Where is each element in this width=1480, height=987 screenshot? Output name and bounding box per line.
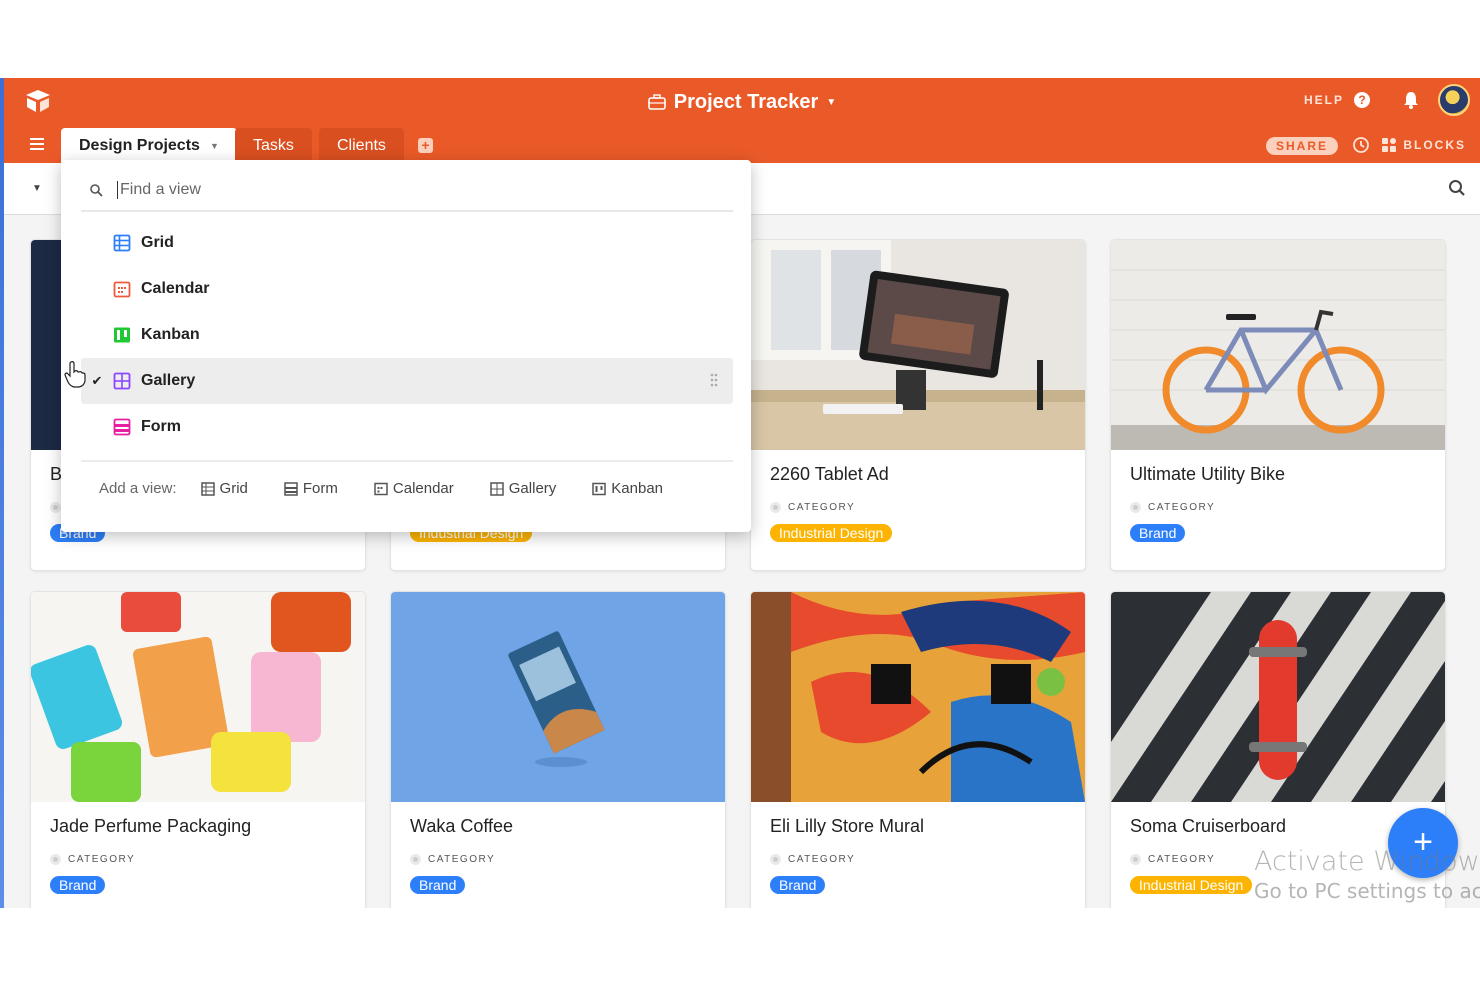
card-title: Soma Cruiserboard: [1130, 816, 1287, 836]
history-icon[interactable]: [1352, 136, 1370, 154]
category-badge: Industrial Design: [1130, 876, 1253, 894]
view-switcher-chevron-icon[interactable]: ▼: [32, 183, 42, 194]
category-badge: Brand: [410, 876, 466, 894]
blocks-label: BLOCKS: [1403, 138, 1466, 152]
blocks-button[interactable]: BLOCKS: [1381, 137, 1466, 153]
field-type-icon: [50, 854, 61, 865]
view-item-label: Kanban: [141, 326, 200, 343]
hamburger-menu-icon[interactable]: [30, 138, 44, 150]
view-item-label: Gallery: [141, 372, 196, 389]
base-title[interactable]: Project Tracker ▼: [4, 88, 1480, 116]
category-field-label: CATEGORY: [770, 854, 855, 865]
tablet-image: [751, 240, 1085, 450]
chevron-down-icon: ▼: [826, 96, 837, 108]
add-view-kanban[interactable]: Kanban: [592, 480, 663, 497]
category-field-label: CATEGORY: [50, 854, 135, 865]
mural-image: [751, 592, 1085, 802]
add-view-grid[interactable]: Grid: [200, 480, 248, 497]
view-item-label: Grid: [141, 234, 174, 251]
bell-icon[interactable]: [1402, 90, 1420, 110]
grid-icon: [200, 481, 215, 496]
card-title: 2260 Tablet Ad: [770, 464, 889, 484]
view-item-gallery[interactable]: ✔ Gallery: [81, 358, 733, 404]
card-title: Ultimate Utility Bike: [1130, 464, 1286, 484]
app-window: Project Tracker ▼ HELP ? Design Projects…: [4, 78, 1480, 908]
category-field-label: CATEGORY: [410, 854, 495, 865]
kanban-icon: [114, 327, 130, 343]
view-switcher-dropdown: Grid Calendar Kanban ✔ Gallery Form Add …: [61, 160, 751, 532]
search-icon[interactable]: [1448, 179, 1466, 197]
tab-label: Tasks: [253, 136, 294, 154]
bike-image: [1111, 240, 1445, 450]
category-badge: Brand: [50, 876, 106, 894]
form-icon: [284, 481, 298, 496]
view-item-kanban[interactable]: Kanban: [81, 312, 733, 358]
tab-label: Clients: [337, 136, 386, 154]
card-title: Waka Coffee: [410, 816, 514, 836]
hand-cursor-icon: [64, 361, 86, 388]
top-bar: Project Tracker ▼ HELP ? Design Projects…: [4, 78, 1480, 163]
add-view-row: Add a view: Grid Form Calendar Gallery K…: [99, 480, 699, 497]
drag-handle-icon[interactable]: [709, 372, 719, 388]
gallery-card[interactable]: Waka Coffee CATEGORY Brand: [391, 592, 725, 908]
question-icon: ?: [1354, 92, 1370, 108]
tab-design-projects[interactable]: Design Projects ▼: [61, 128, 237, 163]
category-field-label: CATEGORY: [770, 502, 855, 513]
avatar[interactable]: [1438, 84, 1470, 116]
calendar-icon: [374, 482, 388, 495]
tab-clients[interactable]: Clients: [319, 128, 404, 163]
category-field-label: CATEGORY: [1130, 854, 1215, 865]
kanban-icon: [592, 482, 607, 495]
blocks-icon: [1382, 138, 1397, 152]
grid-icon: [113, 234, 131, 252]
gallery-card[interactable]: Ultimate Utility Bike CATEGORY Brand: [1111, 240, 1445, 570]
help-button[interactable]: HELP ?: [1304, 92, 1370, 108]
category-badge: Industrial Design: [770, 524, 893, 542]
form-icon: [113, 418, 131, 436]
field-type-icon: [1130, 854, 1141, 865]
help-label: HELP: [1303, 93, 1344, 107]
gallery-icon: [113, 372, 131, 390]
view-item-label: Form: [141, 418, 181, 435]
card-title: Eli Lilly Store Mural: [770, 816, 925, 836]
view-item-grid[interactable]: Grid: [81, 220, 733, 266]
field-type-icon: [770, 854, 781, 865]
chevron-down-icon: ▼: [209, 140, 219, 151]
skateboard-image: [1111, 592, 1445, 802]
add-view-gallery[interactable]: Gallery: [490, 480, 556, 497]
base-title-text: Project Tracker: [673, 90, 819, 113]
perfume-image: [31, 592, 365, 802]
add-view-label: Add a view:: [99, 480, 177, 497]
coffee-image: [391, 592, 725, 802]
add-view-form[interactable]: Form: [284, 480, 338, 497]
category-badge: Brand: [1130, 524, 1186, 542]
find-view-row: [81, 170, 733, 212]
gallery-card[interactable]: Jade Perfume Packaging CATEGORY Brand: [31, 592, 365, 908]
field-type-icon: [410, 854, 421, 865]
find-view-input[interactable]: [117, 181, 677, 199]
view-item-label: Calendar: [141, 280, 210, 297]
category-field-label: CATEGORY: [1130, 502, 1215, 513]
view-item-form[interactable]: Form: [81, 404, 733, 450]
windows-activation-watermark: Activate Windows Go to PC settings to ac…: [1254, 846, 1480, 903]
share-button[interactable]: SHARE: [1265, 137, 1338, 155]
add-view-calendar[interactable]: Calendar: [374, 480, 454, 497]
gallery-icon: [490, 481, 504, 496]
view-item-calendar[interactable]: Calendar: [81, 266, 733, 312]
calendar-icon: [113, 281, 131, 298]
gallery-card[interactable]: Eli Lilly Store Mural CATEGORY Brand: [751, 592, 1085, 908]
divider: [81, 460, 733, 462]
tab-label: Design Projects: [79, 136, 200, 154]
search-icon: [90, 184, 103, 197]
field-type-icon: [1130, 502, 1141, 513]
field-type-icon: [770, 502, 781, 513]
field-type-icon: [50, 502, 61, 513]
tab-tasks[interactable]: Tasks: [235, 128, 312, 163]
gallery-card[interactable]: 2260 Tablet Ad CATEGORY Industrial Desig…: [751, 240, 1085, 570]
category-badge: Brand: [770, 876, 826, 894]
add-table-button[interactable]: +: [418, 138, 433, 153]
briefcase-icon: [647, 94, 666, 110]
card-title: Jade Perfume Packaging: [50, 816, 252, 836]
